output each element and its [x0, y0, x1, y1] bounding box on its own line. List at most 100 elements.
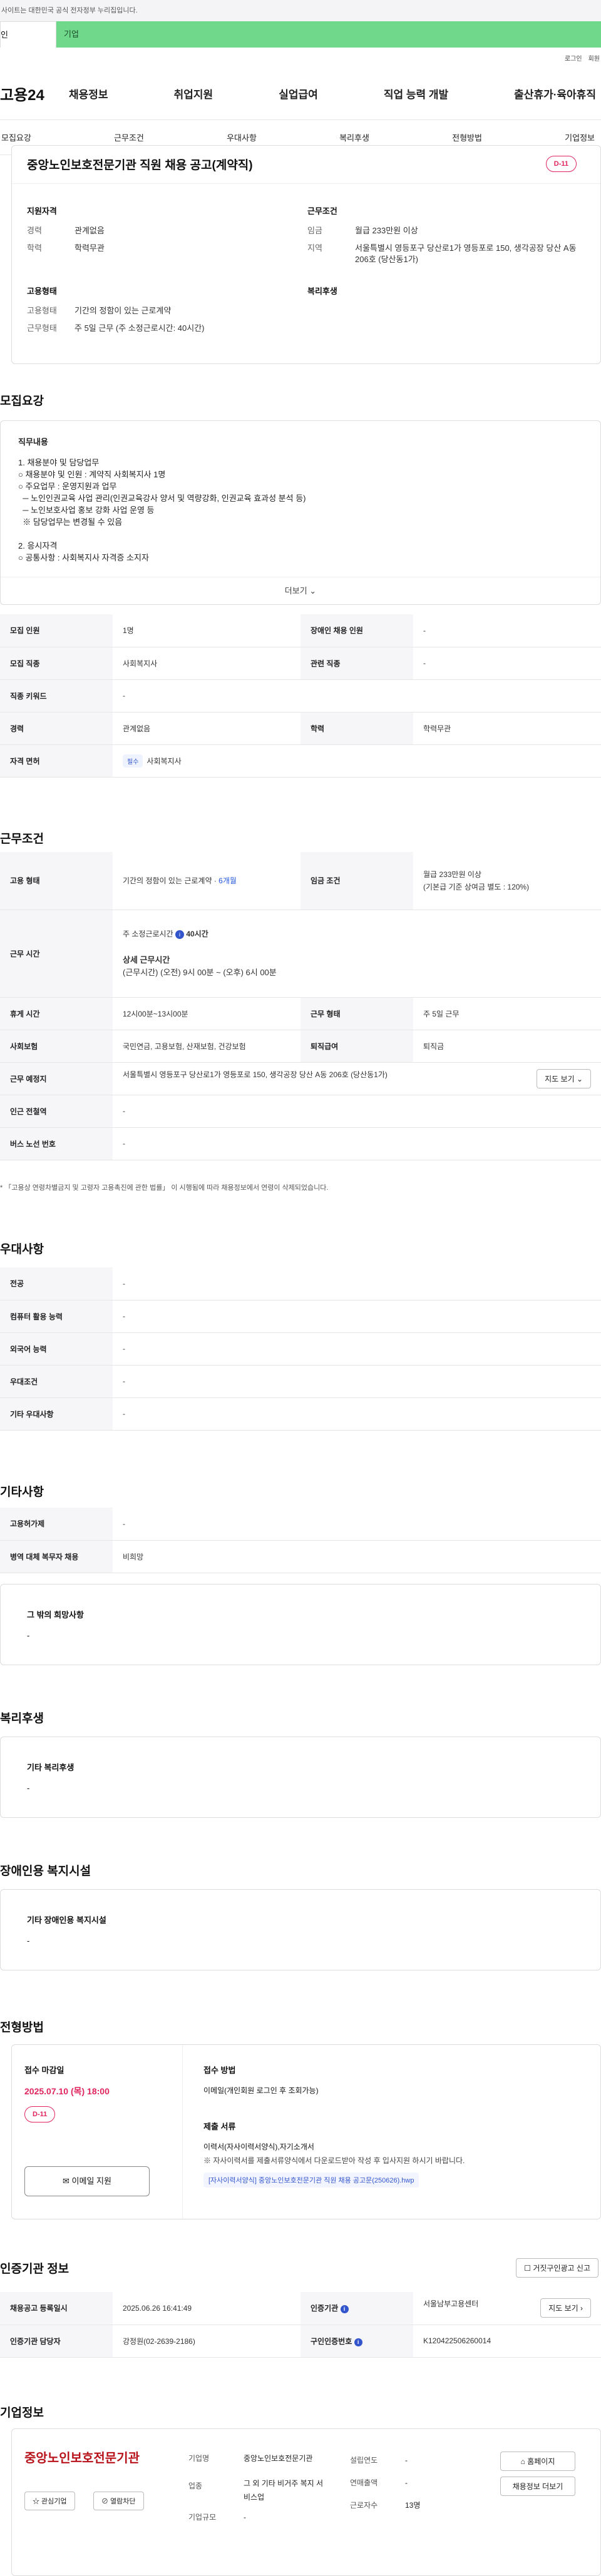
gnb-item[interactable]: 출산휴가·육아휴직 [514, 86, 596, 101]
tab-personal[interactable]: 인 [0, 21, 56, 48]
info-icon[interactable]: i [175, 930, 184, 939]
value: (근무시간) (오전) 9시 00분 ~ (오후) 6시 00분 [123, 968, 277, 977]
gnb-item[interactable]: 실업급여 [279, 86, 318, 101]
value: 이메일(개인회원 로그인 후 조회가능) [203, 2086, 319, 2095]
label: 학력 [300, 712, 413, 745]
value: 사회복지사 [113, 647, 300, 680]
label: 외국어 능력 [0, 1332, 113, 1366]
table-row: 모집 직종 사회복지사 관련 직종 - [0, 647, 601, 680]
duty-line: ○ 주요업무 : 운영지원과 업무 [18, 482, 117, 491]
value-cell: 서울남부고용센터 지도 보기 › [413, 2292, 601, 2325]
gnb-item[interactable]: 취업지원 [174, 86, 213, 101]
value: - [413, 614, 601, 647]
label: 고용 형태 [0, 852, 113, 910]
map-button[interactable]: 지도 보기 ⌄ [537, 1068, 591, 1088]
email-apply-button[interactable]: ✉ 이메일 지원 [24, 2166, 150, 2196]
org-info-left: 기업명 중앙노인보호전문기관 업종 그 외 기타 비거주 복지 서비스업 기업규모 - [188, 2449, 325, 2527]
login-link[interactable]: 로그인 [565, 53, 582, 63]
pref-heading: 우대사항 [0, 1243, 44, 1256]
label: 채용공고 등록일시 [0, 2292, 113, 2325]
org-heading: 기업정보 [0, 2406, 44, 2420]
label: 인증기관 담당자 [0, 2325, 113, 2358]
gnb-item[interactable]: 직업 능력 개발 [384, 86, 448, 101]
apply-heading: 전형방법 [0, 2021, 44, 2034]
value: 그 외 기타 비거주 복지 서비스업 [244, 2479, 324, 2502]
period: 6개월 [218, 876, 237, 886]
cond-heading: 근무조건 [307, 206, 337, 216]
favorite-button[interactable]: ☆ 관심기업 [24, 2492, 75, 2510]
label-cell: 인증기관 i [300, 2292, 413, 2325]
join-link[interactable]: 회원 [588, 53, 600, 63]
table-row: 직종 키워드 - [0, 679, 601, 712]
divider [12, 183, 600, 184]
report-button[interactable]: ☐ 거짓구인광고 신고 [516, 2258, 598, 2278]
label: 연매출액 [350, 2478, 378, 2487]
tab-welfare[interactable]: 복리후생 [339, 131, 369, 143]
label: 휴게 시간 [0, 997, 113, 1030]
label: 접수 마감일 [24, 2066, 64, 2075]
tab-apply[interactable]: 전형방법 [452, 131, 482, 143]
value: 기간의 정함이 있는 근로계약 · [123, 876, 219, 886]
etc-table: 고용허가제 - 병역 대체 복무자 채용 비희망 [0, 1508, 601, 1573]
label: 임금 조건 [300, 852, 413, 910]
value: 13명 [405, 2501, 421, 2510]
table-row: 경력 관계없음 학력 학력무관 [0, 712, 601, 745]
value: 중앙노인보호전문기관 [244, 2454, 313, 2463]
label: 모집 직종 [0, 647, 113, 680]
label: 컴퓨터 활용 능력 [0, 1300, 113, 1333]
label: 관련 직종 [300, 647, 413, 680]
block-button[interactable]: ⊘ 열람차단 [93, 2492, 144, 2510]
duty-card: 직무내용 1. 채용분야 및 담당업무 ○ 채용분야 및 인원 : 계약직 사회복… [0, 420, 601, 605]
homepage-button[interactable]: ⌂ 홈페이지 [500, 2452, 575, 2471]
duty-label: 직무내용 [18, 437, 48, 447]
info-icon[interactable]: i [340, 2305, 349, 2314]
table-row: 근무 시간 주 소정근로시간 i 40시간 상세 근무시간 (근무시간) (오전… [0, 910, 601, 998]
value: - [27, 1936, 30, 1945]
label: 접수 방법 [203, 2066, 236, 2075]
duty-line [18, 528, 583, 540]
tab-recruit[interactable]: 모집요강 [1, 131, 31, 143]
duty-line: ─ 노인보호사업 홍보 강화 사업 운영 등 [18, 505, 155, 515]
label: 고용형태 [27, 306, 57, 315]
emp-heading: 고용형태 [27, 287, 57, 296]
value: - [27, 1631, 30, 1640]
attachment-link[interactable]: [자사이력서양식] 중앙노인보호전문기관 직원 채용 공고문(250626).h… [203, 2173, 419, 2188]
more-button[interactable]: 더보기 ⌄ [1, 577, 600, 604]
tab-company[interactable]: 기업 [56, 21, 601, 48]
value: K120422506260014 [413, 2325, 601, 2358]
value: 관계없음 [74, 226, 105, 235]
table-row: 채용공고 등록일시 2025.06.26 16:41:49 인증기관 i 서울남부고용… [0, 2292, 601, 2325]
value-cell: 서울특별시 영등포구 당산로1가 영등포로 150, 생각공장 당산 A동 20… [113, 1062, 601, 1095]
value: 강정원(02-2639-2186) [113, 2325, 300, 2358]
info-icon[interactable]: i [354, 2338, 362, 2346]
label: 우대조건 [0, 1365, 113, 1398]
value: 사회복지사 [146, 756, 182, 766]
welfare-card: 기타 복리후생 - [0, 1737, 601, 1818]
table-row: 우대조건 - [0, 1365, 601, 1398]
map-button[interactable]: 지도 보기 › [540, 2298, 591, 2318]
cond-block: 근무조건 임금 월급 233만원 이상 지역 서울특별시 영등포구 당산로1가 영등… [307, 205, 583, 271]
dday-badge: D-11 [545, 156, 577, 172]
label: 장애인 채용 인원 [300, 614, 413, 647]
tab-work[interactable]: 근무조건 [114, 131, 144, 143]
tab-pref[interactable]: 우대사항 [227, 131, 257, 143]
more-jobs-button[interactable]: 채용정보 더보기 [500, 2477, 575, 2496]
value: - [113, 1508, 601, 1541]
gnb-item[interactable]: 채용정보 [69, 86, 108, 101]
job-summary-card: 중앙노인보호전문기관 직원 채용 공고(계약직) D-11 지원자격 경력 관계없… [11, 145, 601, 364]
site-logo[interactable]: 고용24 [0, 83, 69, 104]
other-wish-card: 그 밖의 희망사항 - [0, 1584, 601, 1665]
table-row: 자격 면허 필수 사회복지사 [0, 744, 601, 778]
value: 40시간 [186, 930, 208, 938]
label: 병역 대체 복무자 채용 [0, 1540, 113, 1573]
label: 경력 [0, 712, 113, 745]
divider [182, 2045, 183, 2219]
value: 월급 233만원 이상 [423, 870, 481, 879]
value: - [113, 679, 601, 712]
emp-block: 고용형태 고용형태 기간의 정함이 있는 근로계약 근무형태 주 5일 근무 (주 … [27, 285, 205, 340]
tab-org[interactable]: 기업정보 [565, 131, 595, 143]
value-cell: 필수 사회복지사 [113, 744, 601, 778]
job-title: 중앙노인보호전문기관 직원 채용 공고(계약직) [27, 159, 253, 172]
qual-heading: 지원자격 [27, 206, 57, 216]
welfare-heading: 복리후생 [0, 1712, 44, 1725]
